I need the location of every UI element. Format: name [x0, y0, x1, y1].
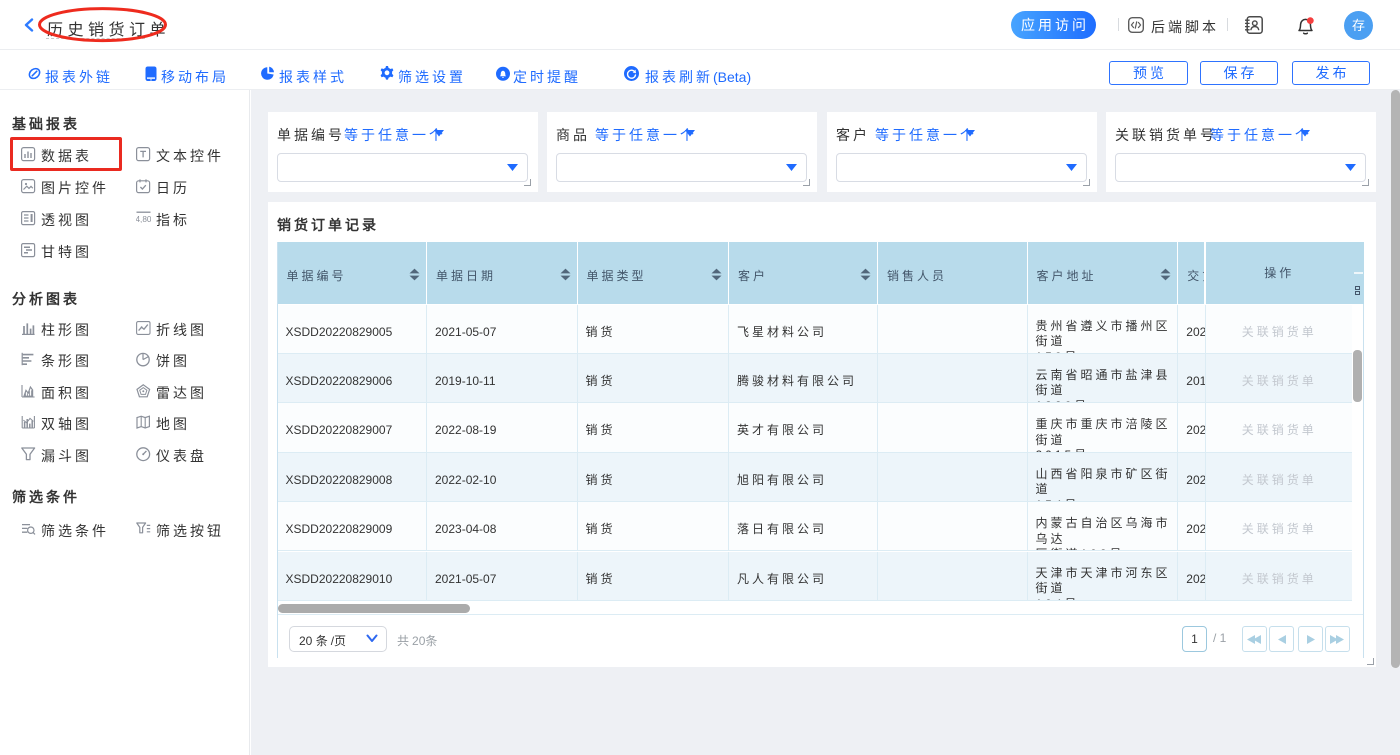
- svg-text:4,80: 4,80: [136, 215, 151, 224]
